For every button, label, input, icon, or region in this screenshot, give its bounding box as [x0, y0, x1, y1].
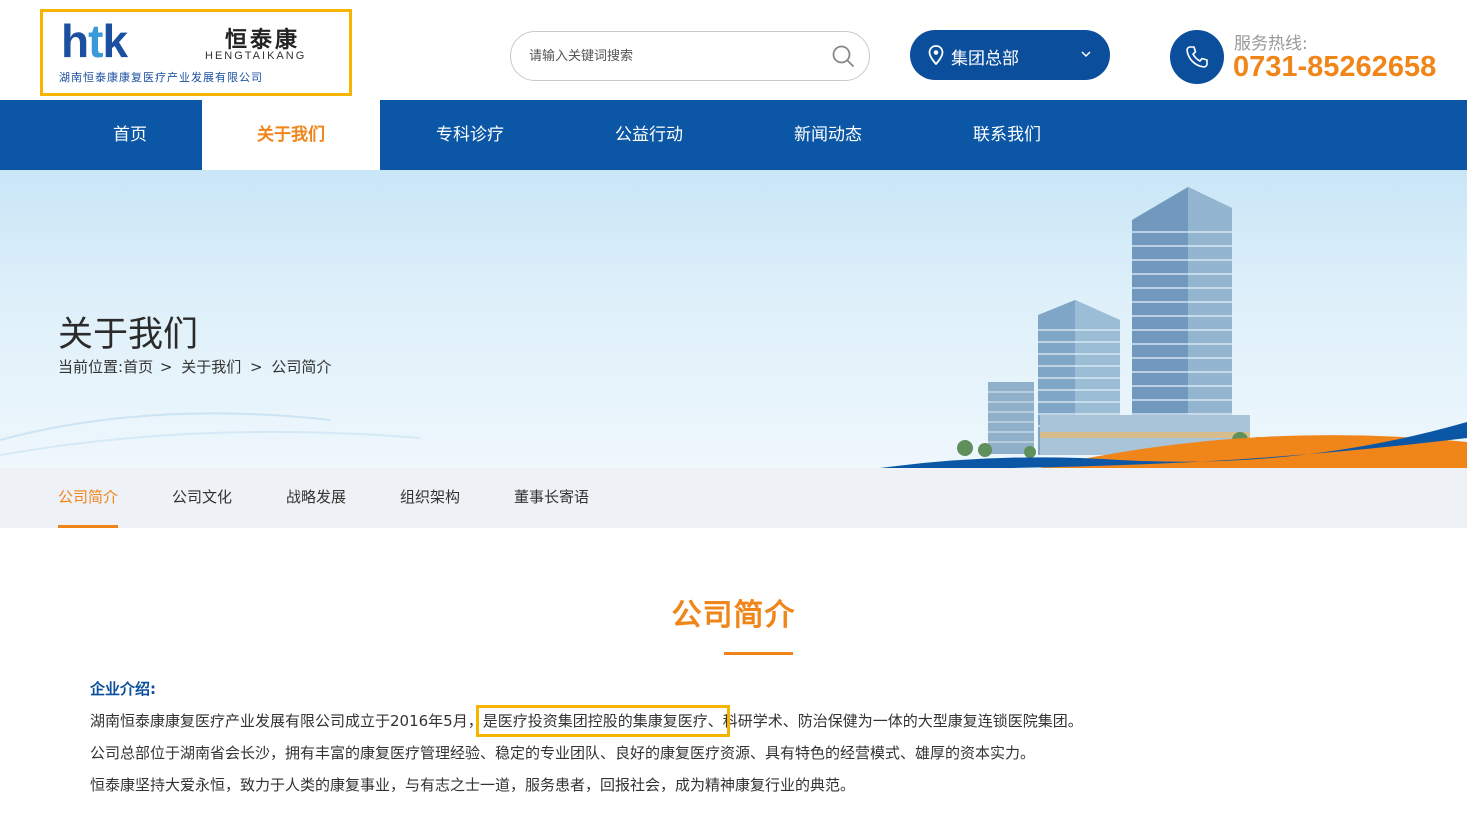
tab-company-culture[interactable]: 公司文化 [172, 468, 232, 528]
intro-heading: 企业介绍: [90, 680, 156, 698]
search-box [510, 31, 870, 81]
nav-item-news[interactable]: 新闻动态 [738, 100, 918, 170]
logo-mark: htk [61, 15, 128, 67]
search-icon[interactable] [831, 44, 855, 68]
nav-item-home[interactable]: 首页 [58, 100, 202, 170]
hotline-number[interactable]: 0731-85262658 [1233, 51, 1436, 84]
para1-text: 湖南恒泰康康复医疗产业发展有限公司成立于2016年5月， [90, 712, 483, 730]
search-input[interactable] [529, 42, 819, 70]
logo-english-name: HENGTAIKANG [205, 50, 307, 62]
phone-icon [1186, 46, 1208, 68]
page-banner: 关于我们 当前位置:首页 > 关于我们 > 公司简介 [0, 170, 1467, 468]
tab-organization[interactable]: 组织架构 [400, 468, 460, 528]
nav-item-charity[interactable]: 公益行动 [560, 100, 738, 170]
breadcrumb-prefix: 当前位置: [58, 358, 124, 376]
breadcrumb: 当前位置:首页 > 关于我们 > 公司简介 [58, 356, 333, 377]
logo[interactable]: htk 恒泰康 HENGTAIKANG 湖南恒泰康康复医疗产业发展有限公司 [40, 9, 352, 96]
banner-illustration [0, 187, 1467, 468]
breadcrumb-separator: > [159, 358, 173, 376]
intro-paragraph-2: 公司总部位于湖南省会长沙，拥有丰富的康复医疗管理经验、稳定的专业团队、良好的康复… [90, 744, 1036, 762]
building-left [988, 382, 1034, 454]
intro-paragraph-3: 恒泰康坚持大爱永恒，致力于人类的康复事业，与有志之士一道，服务患者，回报社会，成… [90, 776, 856, 794]
breadcrumb-about-us[interactable]: 关于我们 [181, 358, 241, 376]
sub-nav: 公司简介 公司文化 战略发展 组织架构 董事长寄语 [0, 468, 1467, 528]
tab-strategy[interactable]: 战略发展 [286, 468, 346, 528]
building-tall [1132, 187, 1232, 455]
intro-paragraph-1: 湖南恒泰康康复医疗产业发展有限公司成立于2016年5月，是医疗投资集团控股的集康… [90, 705, 1083, 737]
tab-company-profile[interactable]: 公司简介 [58, 468, 119, 528]
breadcrumb-separator: > [250, 358, 263, 376]
para1-highlighted-text: 是医疗投资集团控股的集康复医疗、 [475, 705, 730, 737]
nav-item-about-us[interactable]: 关于我们 [202, 100, 380, 170]
group-headquarters-dropdown[interactable]: 集团总部 [910, 30, 1110, 80]
para1-text-end: 科研学术、防治保健为一体的大型康复连锁医院集团。 [722, 712, 1083, 730]
section-title: 公司简介 [671, 598, 796, 633]
main-nav: 首页 关于我们 专科诊疗 公益行动 新闻动态 联系我们 [0, 100, 1467, 170]
site-header: htk 恒泰康 HENGTAIKANG 湖南恒泰康康复医疗产业发展有限公司 集团… [0, 0, 1467, 100]
tab-chairman-message[interactable]: 董事长寄语 [514, 468, 589, 528]
breadcrumb-home[interactable]: 首页 [123, 358, 153, 376]
title-underline [724, 652, 793, 655]
group-label: 集团总部 [951, 49, 1019, 69]
page-title: 关于我们 [58, 315, 199, 355]
chevron-down-icon [1081, 51, 1091, 58]
location-pin-icon [928, 45, 944, 65]
breadcrumb-current: 公司简介 [271, 358, 332, 376]
nav-item-specialties[interactable]: 专科诊疗 [380, 100, 560, 170]
phone-icon-badge [1170, 30, 1224, 84]
nav-item-contact[interactable]: 联系我们 [918, 100, 1096, 170]
logo-company-name: 湖南恒泰康康复医疗产业发展有限公司 [59, 71, 263, 84]
